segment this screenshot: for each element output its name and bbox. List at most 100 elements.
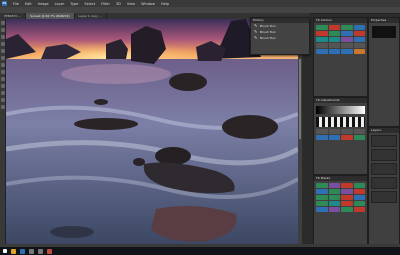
adjustment-button-grid xyxy=(314,127,367,142)
tk-adjustments-panel: TK Adjustments xyxy=(313,97,368,175)
windows-taskbar xyxy=(0,247,400,255)
action-button[interactable] xyxy=(316,37,328,42)
crop-tool-icon[interactable] xyxy=(0,42,5,46)
action-button[interactable] xyxy=(316,25,328,30)
mask-button[interactable] xyxy=(316,195,328,200)
mask-button[interactable] xyxy=(328,189,340,194)
brush-icon: ✎ xyxy=(254,35,258,40)
mask-button[interactable] xyxy=(328,201,340,206)
action-button[interactable] xyxy=(328,43,340,48)
action-button[interactable] xyxy=(353,49,365,54)
panel-title[interactable]: TK Adjustments xyxy=(314,98,367,103)
mask-button[interactable] xyxy=(341,183,353,188)
zoom-tool-icon[interactable] xyxy=(0,105,5,109)
action-button[interactable] xyxy=(328,37,340,42)
app-taskbar-icon[interactable] xyxy=(29,248,34,254)
mask-button[interactable] xyxy=(328,183,340,188)
action-button[interactable] xyxy=(316,43,328,48)
action-button[interactable] xyxy=(353,37,365,42)
menu-type[interactable]: Type xyxy=(70,2,78,6)
scrollbar-thumb[interactable] xyxy=(299,59,301,139)
adjust-button[interactable] xyxy=(353,135,365,140)
marquee-tool-icon[interactable] xyxy=(0,28,5,32)
mask-button[interactable] xyxy=(328,207,340,212)
dodge-tool-icon[interactable] xyxy=(0,77,5,81)
mask-button[interactable] xyxy=(316,207,328,212)
mask-button[interactable] xyxy=(316,189,328,194)
layer-row[interactable] xyxy=(371,177,397,189)
windows-start-icon[interactable] xyxy=(3,249,7,253)
mask-button[interactable] xyxy=(328,195,340,200)
action-button[interactable] xyxy=(353,31,365,36)
history-panel: History ✎ Brush Tool ✎ Brush Tool ✎ Brus… xyxy=(250,17,310,55)
action-button[interactable] xyxy=(328,25,340,30)
brush-icon: ✎ xyxy=(254,29,258,34)
brush-tool-icon[interactable] xyxy=(0,49,5,53)
layer-row[interactable] xyxy=(371,149,397,161)
adjust-button[interactable] xyxy=(341,129,353,134)
move-tool-icon[interactable] xyxy=(0,21,5,25)
app-taskbar-icon[interactable] xyxy=(38,248,43,254)
history-state[interactable]: ✎ Brush Tool xyxy=(251,35,309,41)
mask-button[interactable] xyxy=(353,207,365,212)
menu-edit[interactable]: Edit xyxy=(25,2,32,6)
menu-bar: Ps File Edit Image Layer Type Select Fil… xyxy=(0,0,400,7)
adjust-button[interactable] xyxy=(316,129,328,134)
menu-help[interactable]: Help xyxy=(161,2,169,6)
action-button[interactable] xyxy=(328,31,340,36)
action-button[interactable] xyxy=(341,49,353,54)
mask-button[interactable] xyxy=(341,195,353,200)
action-button[interactable] xyxy=(341,31,353,36)
file-explorer-icon[interactable] xyxy=(11,248,16,254)
action-button[interactable] xyxy=(316,31,328,36)
menu-filter[interactable]: Filter xyxy=(101,2,110,6)
type-tool-icon[interactable] xyxy=(0,91,5,95)
action-button-grid xyxy=(314,23,367,56)
adjust-button[interactable] xyxy=(353,129,365,134)
mask-button[interactable] xyxy=(353,183,365,188)
hand-tool-icon[interactable] xyxy=(0,98,5,102)
lasso-tool-icon[interactable] xyxy=(0,35,5,39)
menu-image[interactable]: Image xyxy=(38,2,49,6)
menu-file[interactable]: File xyxy=(13,2,19,6)
properties-panel: Properties xyxy=(368,17,400,127)
zone-gradient-strip[interactable] xyxy=(316,106,365,114)
adjust-button[interactable] xyxy=(328,129,340,134)
action-button[interactable] xyxy=(341,25,353,30)
action-button[interactable] xyxy=(353,25,365,30)
photoshop-taskbar-icon[interactable] xyxy=(20,248,25,254)
app-taskbar-icon[interactable] xyxy=(47,248,52,254)
panel-title[interactable]: Properties xyxy=(369,18,399,23)
menu-select[interactable]: Select xyxy=(84,2,95,6)
action-button[interactable] xyxy=(353,43,365,48)
layer-row[interactable] xyxy=(371,191,397,203)
zone-swatch-row[interactable] xyxy=(316,117,365,127)
action-button[interactable] xyxy=(341,43,353,48)
action-button[interactable] xyxy=(316,49,328,54)
mask-button-grid xyxy=(314,181,367,214)
mask-button[interactable] xyxy=(353,189,365,194)
action-button[interactable] xyxy=(328,49,340,54)
adjust-button[interactable] xyxy=(316,135,328,140)
mask-button[interactable] xyxy=(341,207,353,212)
panel-title[interactable]: Layers xyxy=(369,128,399,133)
adjust-button[interactable] xyxy=(328,135,340,140)
menu-3d[interactable]: 3D xyxy=(116,2,121,6)
mask-button[interactable] xyxy=(341,201,353,206)
gradient-tool-icon[interactable] xyxy=(0,70,5,74)
menu-layer[interactable]: Layer xyxy=(55,2,65,6)
layer-row[interactable] xyxy=(371,135,397,147)
action-button[interactable] xyxy=(341,37,353,42)
pen-tool-icon[interactable] xyxy=(0,84,5,88)
mask-button[interactable] xyxy=(353,195,365,200)
stamp-tool-icon[interactable] xyxy=(0,56,5,60)
layer-row[interactable] xyxy=(371,163,397,175)
eraser-tool-icon[interactable] xyxy=(0,63,5,67)
menu-window[interactable]: Window xyxy=(141,2,155,6)
menu-view[interactable]: View xyxy=(127,2,135,6)
mask-button[interactable] xyxy=(316,183,328,188)
mask-button[interactable] xyxy=(341,189,353,194)
adjust-button[interactable] xyxy=(341,135,353,140)
mask-button[interactable] xyxy=(316,201,328,206)
mask-button[interactable] xyxy=(353,201,365,206)
